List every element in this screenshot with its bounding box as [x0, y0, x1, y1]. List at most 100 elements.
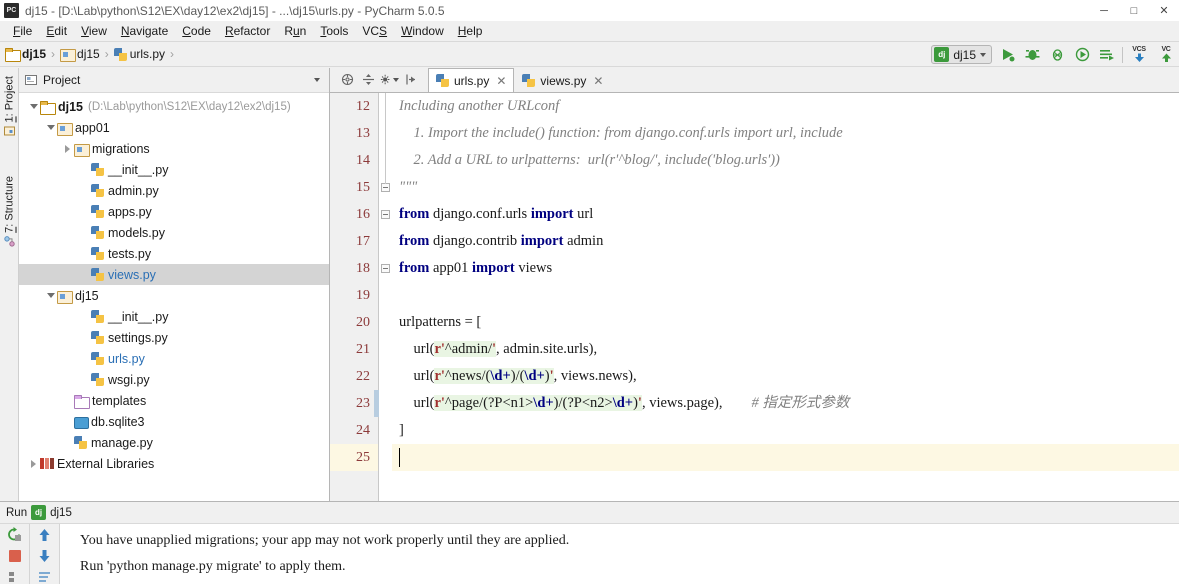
tree-node-tests-py[interactable]: tests.py — [19, 243, 329, 264]
tree-node-migrations[interactable]: migrations — [19, 138, 329, 159]
fold-toggle-icon[interactable] — [381, 210, 390, 219]
folder-purple-icon — [74, 394, 90, 409]
tool-tab-label: : Project — [3, 76, 16, 117]
tree-node--init-py[interactable]: __init__.py — [19, 306, 329, 327]
code-folding-column[interactable] — [379, 93, 392, 501]
code-line[interactable] — [392, 282, 1179, 309]
tree-node-wsgi-py[interactable]: wsgi.py — [19, 369, 329, 390]
code-line[interactable]: Including another URLconf — [392, 93, 1179, 120]
close-icon[interactable]: ✕ — [496, 74, 506, 88]
menu-tools[interactable]: Tools — [313, 22, 355, 40]
breadcrumb-item-package[interactable]: dj15 — [60, 47, 100, 62]
minimize-icon[interactable]: ─ — [1089, 0, 1119, 21]
project-tree[interactable]: dj15 (D:\Lab\python\S12\EX\day12\ex2\dj15… — [19, 93, 329, 501]
vcs-commit-icon[interactable]: VC — [1155, 44, 1177, 66]
settings-gear-icon[interactable] — [338, 70, 357, 89]
stop-button[interactable] — [5, 548, 25, 563]
tree-node-apps-py[interactable]: apps.py — [19, 201, 329, 222]
code-line[interactable]: from django.conf.urls import url — [392, 201, 1179, 228]
code-line[interactable]: from app01 import views — [392, 255, 1179, 282]
library-icon — [40, 457, 53, 470]
fold-toggle-icon[interactable] — [381, 183, 390, 192]
tree-node-models-py[interactable]: models.py — [19, 222, 329, 243]
chevron-right-icon[interactable] — [27, 457, 40, 470]
code-editor[interactable]: 12 13 14 15 16 17 18 19 20 21 22 23 24 25 Including a… — [330, 93, 1179, 501]
pin-button[interactable] — [5, 569, 25, 584]
code-line[interactable]: url(r'^page/(?P<n1>\d+)/(?P<n2>\d+)', vi… — [392, 390, 1179, 417]
line-number: 12 — [356, 99, 370, 114]
close-icon[interactable]: ✕ — [593, 74, 603, 88]
chevron-down-icon[interactable] — [27, 100, 40, 113]
menu-navigate[interactable]: Navigate — [114, 22, 175, 40]
close-icon[interactable]: ✕ — [1149, 0, 1179, 21]
menu-vcs[interactable]: VCS — [355, 22, 394, 40]
run-with-console-button[interactable] — [1097, 45, 1117, 65]
tree-node-app01[interactable]: app01 — [19, 117, 329, 138]
code-line[interactable]: 1. Import the include() function: from d… — [392, 120, 1179, 147]
menu-help[interactable]: Help — [451, 22, 490, 40]
chevron-down-icon[interactable] — [309, 72, 325, 88]
python-file-icon — [91, 184, 104, 197]
menu-edit[interactable]: Edit — [39, 22, 74, 40]
menu-window[interactable]: Window — [394, 22, 451, 40]
tree-node-settings-py[interactable]: settings.py — [19, 327, 329, 348]
maximize-icon[interactable]: □ — [1119, 0, 1149, 21]
tree-node-db-sqlite3[interactable]: db.sqlite3 — [19, 411, 329, 432]
code-line[interactable]: """ — [392, 174, 1179, 201]
tree-node-label: templates — [92, 393, 147, 408]
python-file-icon — [91, 247, 104, 260]
tree-node-admin-py[interactable]: admin.py — [19, 180, 329, 201]
breadcrumb-item-project[interactable]: dj15 — [5, 47, 46, 62]
run-button[interactable] — [997, 45, 1017, 65]
folder-icon — [40, 100, 56, 115]
tree-node--init-py[interactable]: __init__.py — [19, 159, 329, 180]
tool-tab-project[interactable]: 1: Project — [0, 72, 19, 140]
code-line[interactable]: from django.contrib import admin — [392, 228, 1179, 255]
scroll-down-button[interactable] — [35, 548, 55, 563]
coverage-button[interactable] — [1047, 45, 1067, 65]
code-line[interactable]: 2. Add a URL to urlpatterns: url(r'^blog… — [392, 147, 1179, 174]
chevron-down-icon[interactable] — [44, 289, 57, 302]
expand-collapse-icon[interactable] — [359, 70, 378, 89]
breadcrumb-item-file[interactable]: urls.py — [113, 47, 165, 61]
tree-node-templates[interactable]: templates — [19, 390, 329, 411]
menu-file[interactable]: File — [6, 22, 39, 40]
tree-node-urls-py[interactable]: urls.py — [19, 348, 329, 369]
code-line[interactable]: url(r'^news/(\d+)/(\d+)', views.news), — [392, 363, 1179, 390]
menu-refactor[interactable]: Refactor — [218, 22, 277, 40]
tree-node-views-py[interactable]: views.py — [19, 264, 329, 285]
code-line[interactable]: urlpatterns = [ — [392, 309, 1179, 336]
tree-node-external-libraries[interactable]: External Libraries — [19, 453, 329, 474]
sun-settings-icon[interactable] — [380, 70, 399, 89]
tree-node-dj15[interactable]: dj15 (D:\Lab\python\S12\EX\day12\ex2\dj15… — [19, 96, 329, 117]
debug-button[interactable] — [1022, 45, 1042, 65]
code-line[interactable]: url(r'^admin/', admin.site.urls), — [392, 336, 1179, 363]
run-configuration-selector[interactable]: dj dj15 — [931, 45, 992, 64]
chevron-down-icon[interactable] — [44, 121, 57, 134]
menu-view[interactable]: View — [74, 22, 114, 40]
run-console-output[interactable]: You have unapplied migrations; your app … — [60, 524, 1179, 584]
vcs-update-icon[interactable]: VCS — [1128, 44, 1150, 66]
code-text[interactable]: Including another URLconf 1. Import the … — [392, 93, 1179, 501]
tree-node-label: External Libraries — [57, 456, 155, 471]
fold-toggle-icon[interactable] — [381, 264, 390, 273]
code-line[interactable]: ] — [392, 417, 1179, 444]
menu-run[interactable]: Run — [277, 22, 313, 40]
editor-tab-views[interactable]: views.py ✕ — [514, 68, 611, 92]
editor-tab-urls[interactable]: urls.py ✕ — [428, 68, 515, 92]
tree-node-dj15[interactable]: dj15 — [19, 285, 329, 306]
rerun-button[interactable] — [5, 527, 25, 542]
tree-node-manage-py[interactable]: manage.py — [19, 432, 329, 453]
tool-tab-structure[interactable]: 7: Structure — [0, 172, 19, 251]
project-view-icon[interactable] — [23, 72, 39, 88]
code-token: )/( — [510, 368, 525, 384]
scroll-up-button[interactable] — [35, 527, 55, 542]
indent-guide-icon[interactable] — [401, 70, 420, 89]
chevron-right-icon[interactable] — [61, 142, 74, 155]
profile-button[interactable] — [1072, 45, 1092, 65]
soft-wrap-button[interactable] — [35, 569, 55, 584]
menu-code[interactable]: Code — [175, 22, 218, 40]
